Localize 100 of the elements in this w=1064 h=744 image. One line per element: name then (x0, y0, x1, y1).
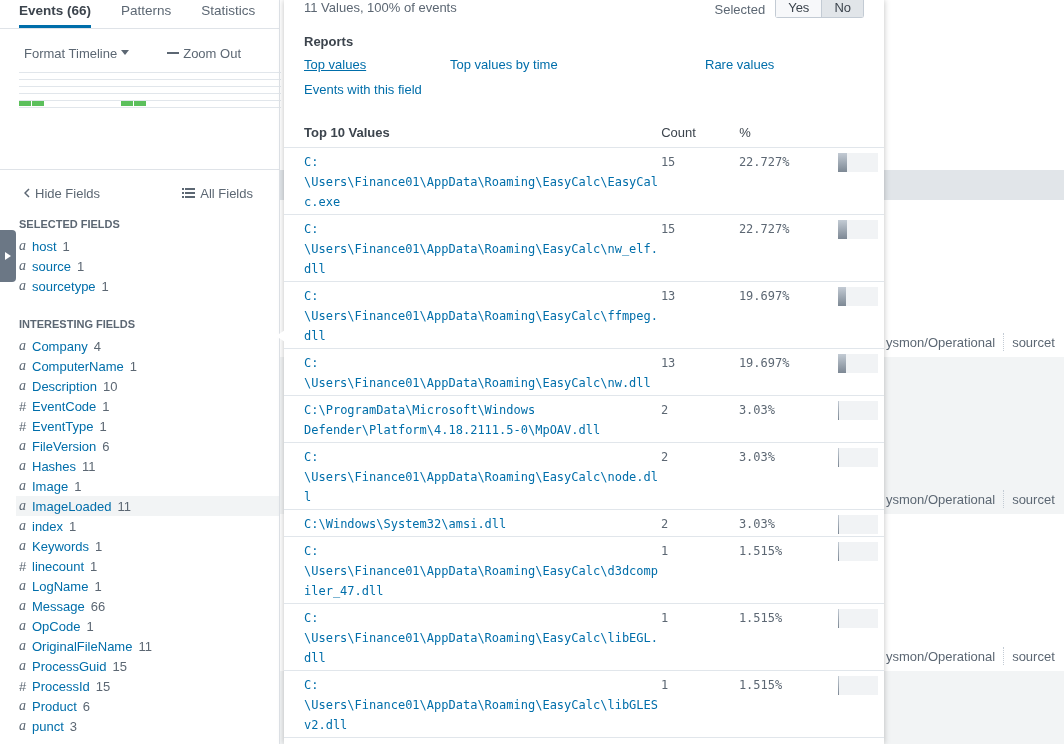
all-fields-button[interactable]: All Fields (182, 182, 253, 204)
field-item[interactable]: a host 1 (16, 236, 279, 256)
toggle-option[interactable]: No (821, 0, 863, 17)
percent-cell-text: 3.03% (738, 516, 776, 533)
count-cell-text: 1 (660, 543, 670, 560)
field-count: 6 (82, 698, 91, 714)
field-name: Company (32, 338, 88, 354)
field-name: Hashes (32, 458, 77, 474)
field-count: 1 (129, 358, 137, 374)
count-cell-text: 15 (660, 154, 677, 171)
field-item[interactable]: # ProcessId 15 (16, 676, 279, 696)
column-header: Top 10 Values (304, 124, 391, 142)
field-name: ProcessId (32, 678, 90, 694)
percent-cell-text: 1.515% (738, 610, 784, 627)
field-item[interactable]: # EventType 1 (16, 416, 279, 436)
field-name: sourcetype (32, 278, 96, 294)
field-item[interactable]: a Hashes 11 (16, 456, 279, 476)
field-item[interactable]: a source 1 (16, 256, 279, 276)
field-value: ysmon/Operational (886, 491, 996, 507)
report-link[interactable]: Events with this field (304, 82, 422, 97)
field-count: 1 (86, 618, 94, 634)
field-item[interactable]: a Description 10 (16, 376, 279, 396)
field-type-icon: a (19, 278, 27, 294)
drawer-handle[interactable] (0, 230, 16, 282)
play-icon (5, 252, 11, 260)
value-cell[interactable]: C:\Users\Finance01\AppData\Roaming\EasyCalc\node.dll (304, 447, 661, 507)
field-item[interactable]: a Image 1 (16, 476, 279, 496)
field-item[interactable]: a Company 4 (16, 336, 279, 356)
percent-cell-text: 1.515% (738, 543, 784, 560)
field-type-icon: a (19, 518, 27, 534)
percent-cell-text: 3.03% (738, 449, 776, 466)
field-name: OpCode (32, 618, 81, 634)
field-item[interactable]: a Keywords 1 (16, 536, 279, 556)
zoom-out-button[interactable]: Zoom Out (167, 43, 241, 63)
field-count: 1 (95, 538, 103, 554)
field-item[interactable]: a sourcetype 1 (16, 276, 279, 296)
report-link[interactable]: Top values by time (450, 57, 558, 72)
value-cell[interactable]: C:\Users\Finance01\AppData\Roaming\EasyCalc\d3dcompiler_47.dll (304, 541, 661, 601)
field-name: source (32, 258, 72, 274)
field-type-icon: a (19, 258, 27, 274)
value-cell[interactable]: C:\ProgramData\Microsoft\Windows Defender\Platform\4.18.2111.5-0\MpOAV.dll (304, 400, 661, 440)
field-item[interactable]: a FileVersion 6 (16, 436, 279, 456)
toggle-option[interactable]: Yes (776, 0, 822, 17)
field-label: sourcet (1012, 648, 1055, 664)
field-count: 1 (90, 558, 98, 574)
field-item[interactable]: a ProcessGuid 15 (16, 656, 279, 676)
field-type-icon: a (19, 618, 27, 634)
selected-label: Selected (714, 1, 766, 17)
caret-icon (121, 50, 130, 56)
tab[interactable]: Statistics (201, 0, 256, 28)
report-link[interactable]: Rare values (705, 57, 775, 72)
field-item[interactable]: a Message 66 (16, 596, 279, 616)
format-timeline-button[interactable]: Format Timeline (24, 43, 130, 63)
field-item[interactable]: a ComputerName 1 (16, 356, 279, 376)
list-icon (182, 188, 196, 198)
value-cell[interactable]: C:\Users\Finance01\AppData\Roaming\EasyCalc\ffmpeg.dll (304, 286, 661, 346)
field-item[interactable]: a index 1 (16, 516, 279, 536)
tab[interactable]: Events (66) (19, 0, 92, 28)
value-cell[interactable]: C:\Users\Finance01\AppData\Roaming\EasyCalc\libEGL.dll (304, 608, 661, 668)
field-value: ysmon/Operational (886, 648, 996, 664)
field-count: 1 (102, 398, 110, 414)
tab[interactable]: Patterns (121, 0, 172, 28)
count-cell-text: 2 (660, 402, 670, 419)
field-count: 11 (82, 458, 96, 474)
field-item[interactable]: a OriginalFileName 11 (16, 636, 279, 656)
report-link[interactable]: Top values (304, 57, 367, 72)
field-item[interactable]: a punct 3 (16, 716, 279, 736)
percent-cell-text: 22.727% (738, 221, 791, 238)
reports-heading: Reports (304, 33, 355, 51)
value-cell[interactable]: C:\Users\Finance01\AppData\Roaming\EasyCalc\nw.dll (304, 353, 661, 393)
field-label: sourcet (1012, 491, 1055, 507)
count-cell-text: 1 (660, 677, 670, 694)
field-type-icon: a (19, 458, 27, 474)
value-cell[interactable]: C:\Users\Finance01\AppData\Roaming\EasyCalc\nw_elf.dll (304, 219, 661, 279)
value-cell[interactable]: C:\Users\Finance01\AppData\Roaming\EasyCalc\EasyCalc.exe (304, 152, 661, 212)
field-count: 1 (69, 518, 77, 534)
field-count: 1 (94, 578, 102, 594)
value-cell[interactable]: C:\Windows\System32\amsi.dll (304, 514, 661, 534)
field-item[interactable]: # EventCode 1 (16, 396, 279, 416)
hide-fields-button[interactable]: Hide Fields (24, 182, 101, 204)
field-item[interactable]: a Product 6 (16, 696, 279, 716)
field-count: 15 (95, 678, 111, 694)
field-name: ImageLoaded (32, 498, 112, 514)
field-count: 10 (103, 378, 118, 394)
field-name: EventType (32, 418, 94, 434)
field-name: Message (32, 598, 85, 614)
field-item[interactable]: a OpCode 1 (16, 616, 279, 636)
field-item[interactable]: a ImageLoaded 11 (16, 496, 279, 516)
field-item[interactable]: a LogName 1 (16, 576, 279, 596)
percent-cell-text: 22.727% (738, 154, 791, 171)
field-name: LogName (32, 578, 89, 594)
column-header: Count (661, 124, 697, 142)
column-header: % (739, 124, 752, 142)
value-cell[interactable]: C:\Users\Finance01\AppData\Roaming\EasyCalc\libGLESv2.dll (304, 675, 661, 735)
field-name: Description (32, 378, 98, 394)
field-name: EventCode (32, 398, 97, 414)
count-cell-text: 2 (660, 449, 670, 466)
field-type-icon: # (19, 398, 27, 414)
field-type-icon: # (19, 558, 27, 574)
field-item[interactable]: # linecount 1 (16, 556, 279, 576)
